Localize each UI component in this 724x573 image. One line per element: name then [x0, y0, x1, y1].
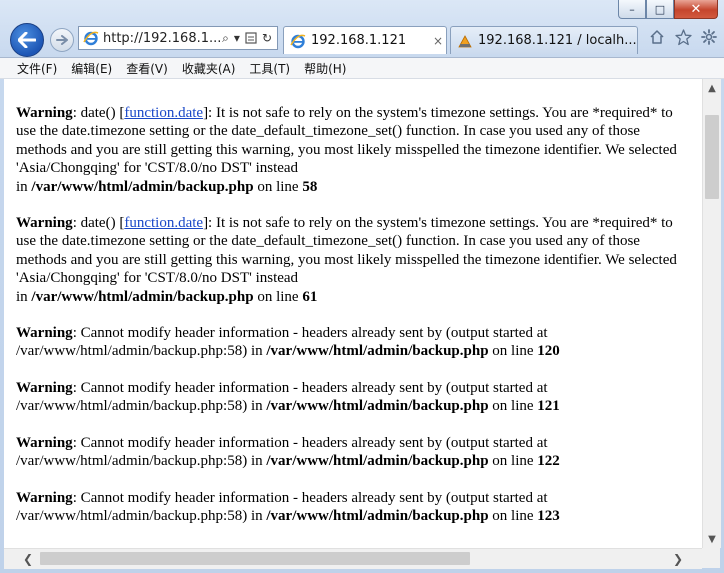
tab-label: 192.168.1.121	[311, 33, 407, 48]
function-date-link[interactable]: function.date	[124, 215, 203, 231]
file-path: /var/www/html/admin/backup.php	[266, 343, 489, 360]
menu-tools[interactable]: 工具(T)	[242, 60, 297, 77]
file-path: /var/www/html/admin/backup.php	[31, 288, 254, 305]
refresh-icon[interactable]: ↻	[262, 31, 272, 46]
menu-help[interactable]: 帮助(H)	[297, 60, 353, 77]
maximize-button[interactable]: □	[646, 0, 674, 19]
horizontal-scroll-thumb[interactable]	[40, 552, 470, 565]
file-path: /var/www/html/admin/backup.php	[266, 507, 489, 524]
line-number: 122	[537, 453, 560, 470]
warning-message: Warning: Cannot modify header informatio…	[16, 489, 560, 524]
navigation-bar: http://192.168.1.... ⌕ ▾ ↻ 192.168.1.121…	[0, 22, 724, 57]
warning-label: Warning	[16, 325, 73, 342]
horizontal-scrollbar[interactable]: ❮ ❯	[4, 548, 702, 569]
address-url[interactable]: http://192.168.1....	[103, 31, 222, 46]
back-button[interactable]	[10, 23, 44, 57]
scroll-down-icon[interactable]: ▼	[703, 530, 721, 548]
scroll-left-icon[interactable]: ❮	[18, 549, 38, 569]
close-tab-icon[interactable]: ×	[430, 34, 446, 48]
forward-arrow-icon	[56, 35, 68, 45]
line-number: 61	[302, 288, 318, 305]
warning-message: Warning: Cannot modify header informatio…	[16, 434, 560, 470]
function-date-link[interactable]: function.date	[124, 105, 203, 121]
warning-label: Warning	[16, 379, 73, 396]
warning-message: Warning: Cannot modify header informatio…	[16, 325, 560, 360]
browser-window: – □ ✕ http://192.168.1.... ⌕ ▾ ↻ 192.168…	[0, 0, 724, 573]
ie-logo-icon	[83, 31, 99, 46]
toolbar-right	[648, 28, 718, 46]
warning-message: Warning: Cannot modify header informatio…	[16, 379, 560, 415]
menu-favorites[interactable]: 收藏夹(A)	[175, 60, 243, 77]
tab-label: 192.168.1.121 / localh...	[478, 33, 637, 48]
page-content: Warning: date() [function.date]: It is n…	[4, 79, 702, 548]
line-number: 123	[537, 507, 560, 524]
scroll-right-icon[interactable]: ❯	[668, 549, 688, 569]
menu-file[interactable]: 文件(F)	[10, 60, 64, 77]
star-icon[interactable]	[674, 28, 692, 46]
warning-message: Warning: date() [function.date]: It is n…	[16, 105, 677, 195]
address-bar[interactable]: http://192.168.1.... ⌕ ▾ ↻	[78, 26, 278, 50]
warning-label: Warning	[16, 489, 73, 506]
tab-phpmyadmin[interactable]: 192.168.1.121 / localh...	[450, 26, 638, 54]
warning-message: Warning: date() [function.date]: It is n…	[16, 215, 677, 305]
gear-icon[interactable]	[700, 28, 718, 46]
phpmyadmin-icon	[458, 34, 472, 47]
minimize-button[interactable]: –	[618, 0, 646, 19]
forward-button[interactable]	[50, 28, 74, 52]
home-icon[interactable]	[648, 28, 666, 46]
tab-active[interactable]: 192.168.1.121 ×	[283, 26, 447, 54]
window-controls: – □ ✕	[618, 0, 718, 19]
ie-page-icon	[290, 34, 306, 48]
warning-label: Warning	[16, 105, 73, 121]
chevron-down-icon[interactable]: ▾	[234, 31, 240, 46]
warning-label: Warning	[16, 215, 73, 232]
file-path: /var/www/html/admin/backup.php	[266, 398, 489, 415]
scroll-up-icon[interactable]: ▲	[703, 79, 721, 97]
line-number: 120	[537, 343, 560, 360]
scrollbar-corner	[702, 548, 720, 568]
line-number: 121	[537, 398, 560, 415]
menu-bar: 文件(F) 编辑(E) 查看(V) 收藏夹(A) 工具(T) 帮助(H)	[0, 57, 724, 79]
menu-edit[interactable]: 编辑(E)	[64, 60, 119, 77]
back-arrow-icon	[18, 32, 36, 48]
search-icon[interactable]: ⌕	[222, 31, 229, 46]
close-button[interactable]: ✕	[674, 0, 718, 19]
file-path: /var/www/html/admin/backup.php	[31, 178, 254, 195]
file-path: /var/www/html/admin/backup.php	[266, 453, 489, 470]
menu-view[interactable]: 查看(V)	[119, 60, 175, 77]
compatibility-view-icon[interactable]	[245, 31, 257, 45]
vertical-scrollbar[interactable]: ▲ ▼	[702, 79, 721, 548]
warning-label: Warning	[16, 434, 73, 451]
line-number: 58	[302, 178, 318, 195]
vertical-scroll-thumb[interactable]	[705, 115, 719, 199]
